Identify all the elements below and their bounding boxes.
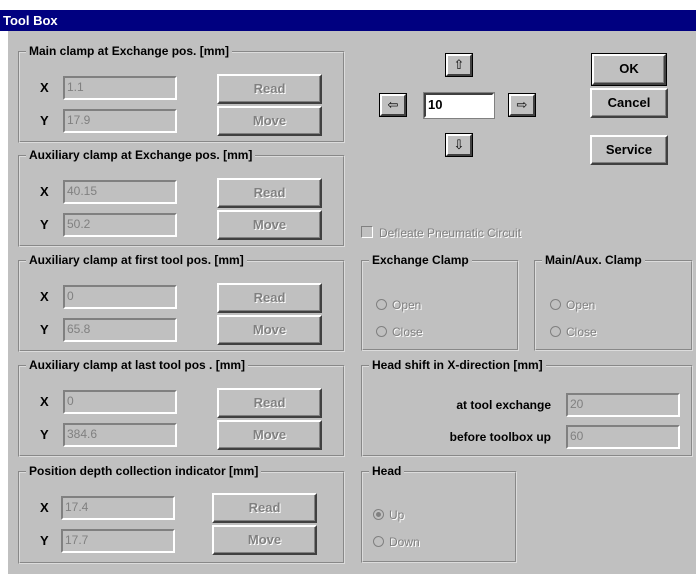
group-title: Auxiliary clamp at last tool pos . [mm] <box>26 357 249 373</box>
x-label: X <box>40 500 49 515</box>
jog-up-button[interactable]: ⇧ <box>445 53 473 77</box>
arrow-down-icon: ⇩ <box>453 137 465 152</box>
aux-exchange-read-button[interactable]: Read <box>217 178 322 208</box>
dialog-client: Main clamp at Exchange pos. [mm] X 1.1 Y… <box>8 31 696 574</box>
jog-step-input[interactable]: 10 <box>423 92 495 119</box>
aux-first-move-button[interactable]: Move <box>217 315 322 345</box>
radio-label: Close <box>566 325 597 339</box>
y-label: Y <box>40 533 49 548</box>
title-bar[interactable]: Tool Box <box>0 10 696 31</box>
radio-label: Down <box>389 535 420 549</box>
depth-y-field[interactable]: 17.7 <box>61 529 175 553</box>
group-depth-indicator: Position depth collection indicator [mm]… <box>18 463 345 564</box>
group-main-clamp: Main clamp at Exchange pos. [mm] X 1.1 Y… <box>18 43 345 143</box>
x-label: X <box>40 394 49 409</box>
before-toolbox-up-field[interactable]: 60 <box>566 425 680 449</box>
radio-label: Up <box>389 508 405 522</box>
group-title: Auxiliary clamp at first tool pos. [mm] <box>26 252 247 268</box>
group-title: Head <box>369 463 405 479</box>
radio-label: Open <box>566 298 596 312</box>
y-label: Y <box>40 217 49 232</box>
depth-x-field[interactable]: 17.4 <box>61 496 175 520</box>
group-title: Head shift in X-direction [mm] <box>369 357 546 373</box>
head-up-radio[interactable]: Up <box>373 507 404 523</box>
main-clamp-read-button[interactable]: Read <box>217 74 322 104</box>
jog-right-button[interactable]: ⇨ <box>508 93 536 117</box>
aux-exchange-x-field[interactable]: 40.15 <box>63 180 177 204</box>
aux-last-x-field[interactable]: 0 <box>63 390 177 414</box>
radio-dot <box>376 299 387 310</box>
aux-last-move-button[interactable]: Move <box>217 420 322 450</box>
exchange-clamp-close-radio[interactable]: Close <box>376 324 423 340</box>
y-label: Y <box>40 113 49 128</box>
arrow-left-icon: ⇦ <box>387 97 399 112</box>
arrow-right-icon: ⇨ <box>516 97 528 112</box>
group-title: Auxiliary clamp at Exchange pos. [mm] <box>26 147 256 163</box>
before-toolbox-up-label: before toolbox up <box>449 430 551 444</box>
main-clamp-move-button[interactable]: Move <box>217 106 322 136</box>
group-title: Main/Aux. Clamp <box>542 252 645 268</box>
aux-exchange-move-button[interactable]: Move <box>217 210 322 240</box>
radio-label: Close <box>392 325 423 339</box>
head-down-radio[interactable]: Down <box>373 534 420 550</box>
group-title: Position depth collection indicator [mm] <box>26 463 262 479</box>
deflate-label: Defleate Pneumatic Circuit <box>379 226 522 240</box>
group-head-shift: Head shift in X-direction [mm] at tool e… <box>361 357 693 457</box>
x-label: X <box>40 184 49 199</box>
ok-button[interactable]: OK <box>591 53 667 86</box>
aux-last-read-button[interactable]: Read <box>217 388 322 418</box>
jog-left-button[interactable]: ⇦ <box>379 93 407 117</box>
aux-first-read-button[interactable]: Read <box>217 283 322 313</box>
aux-first-x-field[interactable]: 0 <box>63 285 177 309</box>
x-label: X <box>40 289 49 304</box>
radio-dot <box>376 326 387 337</box>
group-main-aux-clamp: Main/Aux. Clamp Open Close <box>534 252 693 351</box>
y-label: Y <box>40 427 49 442</box>
main-clamp-y-field[interactable]: 17.9 <box>63 109 177 133</box>
radio-dot <box>373 536 384 547</box>
aux-first-y-field[interactable]: 65.8 <box>63 318 177 342</box>
radio-dot-selected <box>373 509 384 520</box>
group-aux-last-tool: Auxiliary clamp at last tool pos . [mm] … <box>18 357 345 457</box>
cancel-button[interactable]: Cancel <box>590 88 668 118</box>
main-aux-clamp-close-radio[interactable]: Close <box>550 324 597 340</box>
group-title: Main clamp at Exchange pos. [mm] <box>26 43 233 59</box>
at-tool-exchange-field[interactable]: 20 <box>566 393 680 417</box>
exchange-clamp-open-radio[interactable]: Open <box>376 297 421 313</box>
group-title: Exchange Clamp <box>369 252 472 268</box>
checkbox-box <box>361 226 373 238</box>
x-label: X <box>40 80 49 95</box>
main-clamp-x-field[interactable]: 1.1 <box>63 76 177 100</box>
aux-exchange-y-field[interactable]: 50.2 <box>63 213 177 237</box>
main-aux-clamp-open-radio[interactable]: Open <box>550 297 595 313</box>
depth-move-button[interactable]: Move <box>212 525 317 555</box>
radio-dot <box>550 299 561 310</box>
group-head: Head Up Down <box>361 463 517 563</box>
tool-box-window: Tool Box Main clamp at Exchange pos. [mm… <box>0 0 696 574</box>
aux-last-y-field[interactable]: 384.6 <box>63 423 177 447</box>
y-label: Y <box>40 322 49 337</box>
group-exchange-clamp: Exchange Clamp Open Close <box>361 252 519 351</box>
radio-label: Open <box>392 298 422 312</box>
group-aux-exchange: Auxiliary clamp at Exchange pos. [mm] X … <box>18 147 345 247</box>
deflate-checkbox[interactable]: Defleate Pneumatic Circuit <box>361 225 521 241</box>
depth-read-button[interactable]: Read <box>212 493 317 523</box>
radio-dot <box>550 326 561 337</box>
jog-down-button[interactable]: ⇩ <box>445 133 473 157</box>
group-aux-first-tool: Auxiliary clamp at first tool pos. [mm] … <box>18 252 345 352</box>
arrow-up-icon: ⇧ <box>453 57 465 72</box>
at-tool-exchange-label: at tool exchange <box>456 398 551 412</box>
service-button[interactable]: Service <box>590 135 668 165</box>
